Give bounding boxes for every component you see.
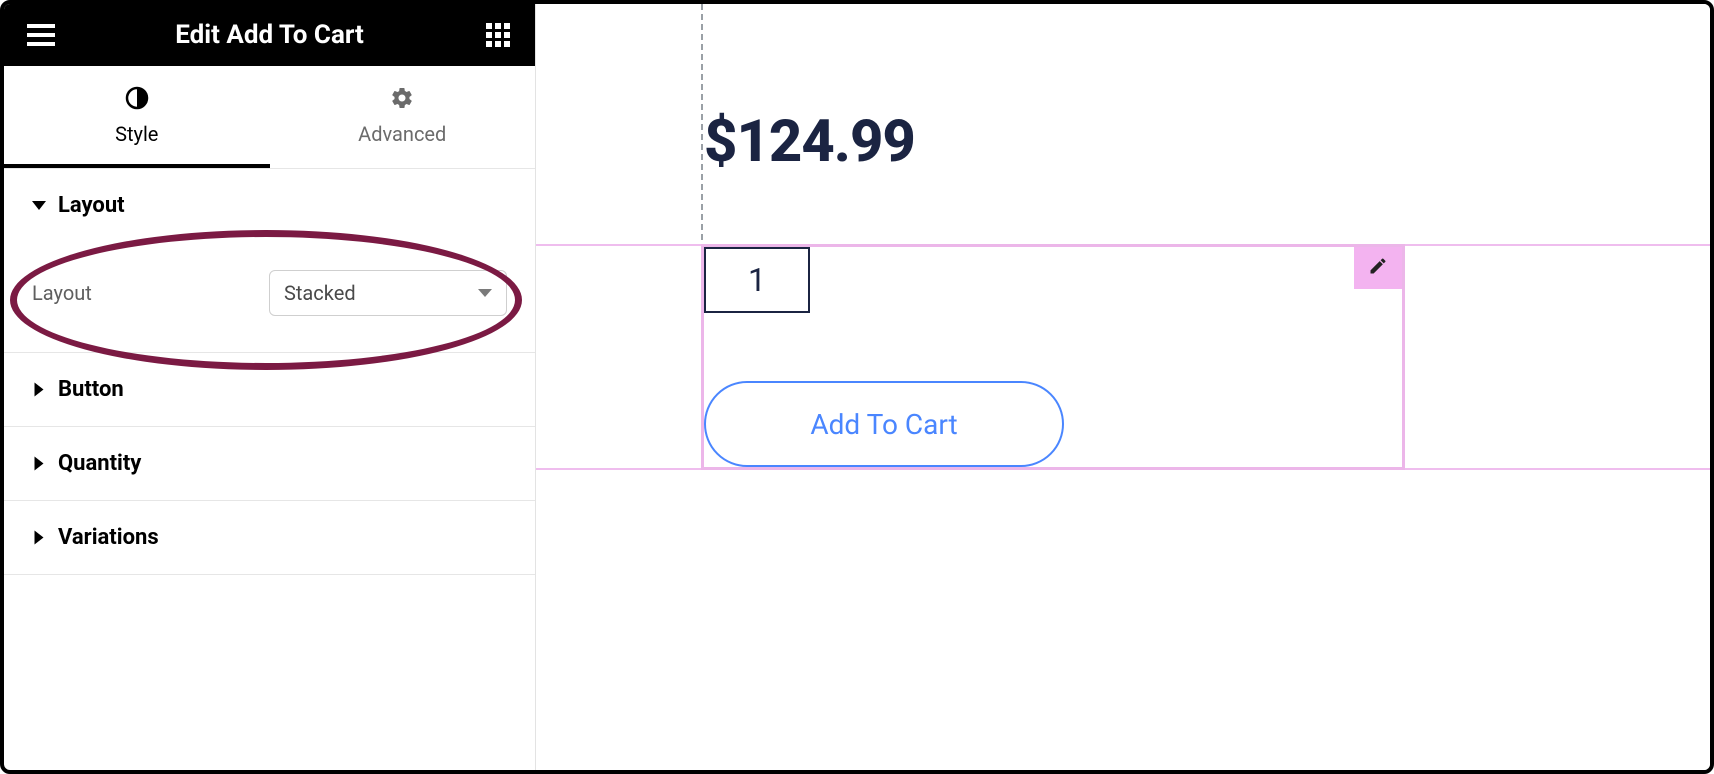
chevron-down-icon (478, 289, 492, 297)
tab-advanced[interactable]: Advanced (270, 66, 536, 168)
section-variations-title: Variations (58, 525, 159, 550)
pencil-icon (1368, 256, 1388, 280)
editor-sidebar: Edit Add To Cart Style Advanced (4, 4, 536, 770)
caret-right-icon (35, 383, 44, 397)
preview-canvas: $124.99 1 Add To Cart (536, 4, 1710, 770)
panel-title: Edit Add To Cart (175, 20, 364, 50)
section-quantity: Quantity (4, 427, 535, 501)
gear-icon (390, 86, 414, 116)
section-layout-body: Layout Stacked (4, 242, 535, 352)
quantity-input[interactable]: 1 (704, 247, 810, 313)
section-button-header[interactable]: Button (4, 353, 535, 426)
tab-advanced-label: Advanced (358, 122, 446, 146)
section-layout-title: Layout (58, 193, 125, 218)
menu-icon[interactable] (22, 16, 60, 54)
add-to-cart-label: Add To Cart (810, 408, 957, 441)
caret-down-icon (32, 201, 46, 210)
sidebar-header: Edit Add To Cart (4, 4, 535, 66)
add-to-cart-widget[interactable]: 1 Add To Cart (701, 244, 1405, 470)
container-outline-right (1405, 244, 1710, 470)
app-frame: Edit Add To Cart Style Advanced (0, 0, 1714, 774)
section-button-title: Button (58, 377, 124, 402)
layout-select-value: Stacked (284, 281, 356, 305)
half-circle-icon (125, 86, 149, 116)
section-quantity-title: Quantity (58, 451, 141, 476)
edit-widget-button[interactable] (1354, 247, 1402, 289)
add-to-cart-button[interactable]: Add To Cart (704, 381, 1064, 467)
section-button: Button (4, 353, 535, 427)
layout-select[interactable]: Stacked (269, 270, 507, 316)
layout-control-row: Layout Stacked (32, 252, 507, 320)
section-layout-header[interactable]: Layout (4, 169, 535, 242)
panel-tabs: Style Advanced (4, 66, 535, 169)
tab-style-label: Style (115, 122, 158, 146)
section-quantity-header[interactable]: Quantity (4, 427, 535, 500)
apps-grid-icon[interactable] (479, 16, 517, 54)
caret-right-icon (35, 457, 44, 471)
tab-style[interactable]: Style (4, 66, 270, 168)
product-price: $124.99 (704, 108, 915, 176)
section-variations: Variations (4, 501, 535, 575)
section-layout: Layout Layout Stacked (4, 169, 535, 353)
caret-right-icon (35, 531, 44, 545)
quantity-value: 1 (748, 261, 766, 299)
section-variations-header[interactable]: Variations (4, 501, 535, 574)
layout-label: Layout (32, 281, 92, 305)
container-outline-left (536, 244, 701, 470)
